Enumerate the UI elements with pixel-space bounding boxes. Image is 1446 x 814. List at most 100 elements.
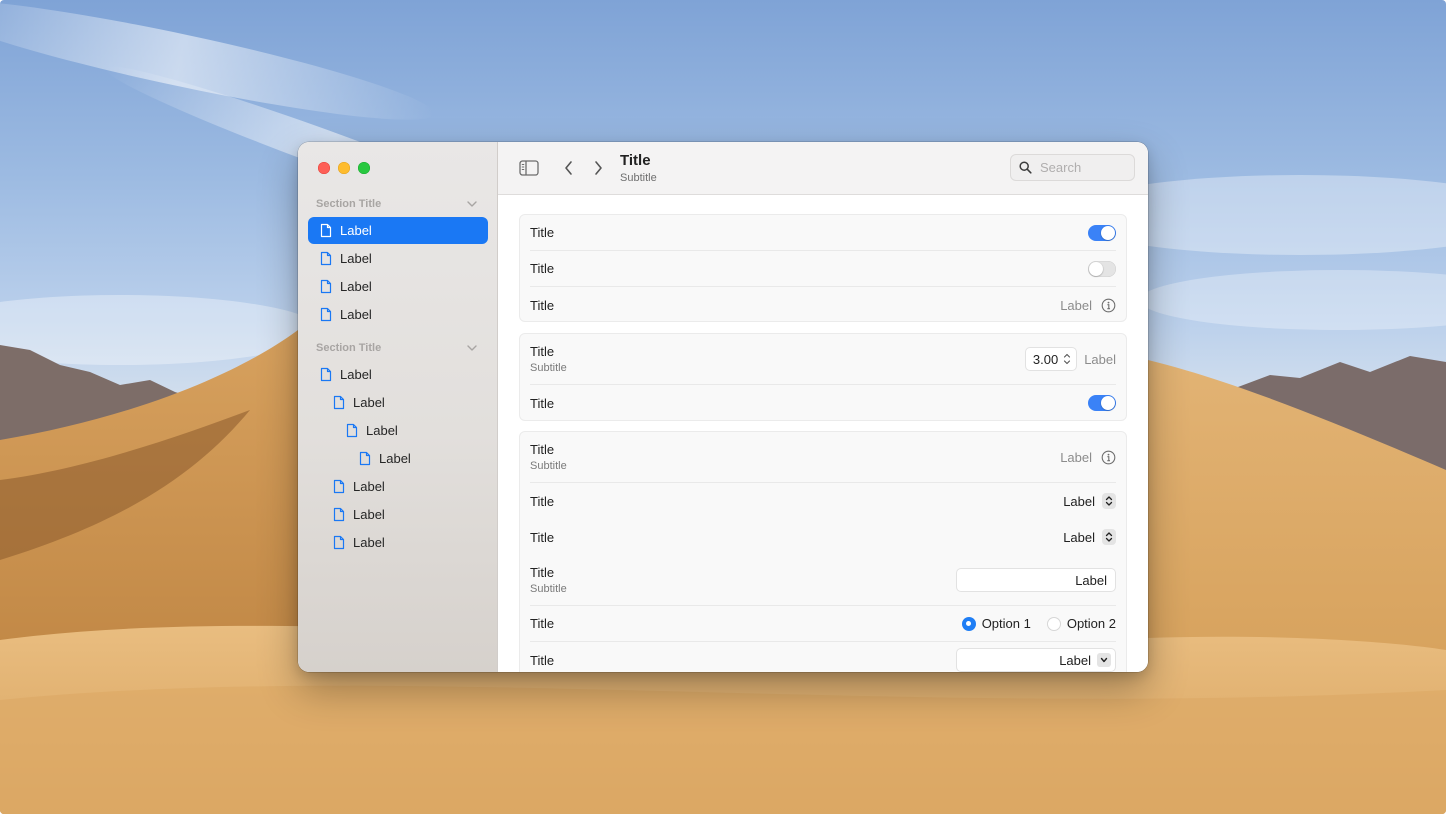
info-icon[interactable] xyxy=(1101,298,1116,313)
sidebar: Section Title Label Label Label Label Se… xyxy=(298,142,498,672)
page-subtitle: Subtitle xyxy=(620,172,657,184)
text-field[interactable]: Label xyxy=(956,568,1116,592)
chevron-right-icon[interactable] xyxy=(592,160,604,176)
sidebar-item-label: Label xyxy=(340,251,372,266)
search-field[interactable] xyxy=(1010,154,1135,181)
stepper-arrows-icon[interactable] xyxy=(1061,350,1073,368)
up-down-chevron-icon xyxy=(1102,493,1116,509)
number-stepper[interactable]: 3.00 xyxy=(1024,347,1078,371)
doc-icon xyxy=(333,479,345,494)
search-input[interactable] xyxy=(1040,160,1120,175)
doc-icon xyxy=(359,451,371,466)
doc-icon xyxy=(320,307,332,322)
sidebar-item-label: Label xyxy=(353,395,385,410)
doc-icon xyxy=(333,395,345,410)
doc-icon xyxy=(320,251,332,266)
popup-button[interactable]: Label xyxy=(1063,493,1116,509)
row-title: Title xyxy=(530,616,555,631)
row-title: Title xyxy=(530,652,555,668)
radio-label: Option 1 xyxy=(981,616,1031,631)
sidebar-item[interactable]: Label xyxy=(308,301,488,328)
sidebar-item-label: Label xyxy=(379,451,411,466)
popup-value: Label xyxy=(1063,493,1095,509)
radio-unselected-icon xyxy=(1046,616,1061,631)
sidebar-item-label: Label xyxy=(353,535,385,550)
sidebar-item[interactable]: Label xyxy=(308,389,488,416)
sidebar-section-title: Section Title xyxy=(316,198,382,210)
row-value-label: Label xyxy=(1060,297,1092,313)
doc-icon xyxy=(333,535,345,550)
minimize-window-button[interactable] xyxy=(338,162,350,174)
sidebar-item[interactable]: Label xyxy=(308,245,488,272)
row-title: Title xyxy=(530,297,555,313)
doc-icon xyxy=(320,279,332,294)
sidebar-item-label: Label xyxy=(353,479,385,494)
sidebar-section-title: Section Title xyxy=(316,342,382,354)
search-icon xyxy=(1019,161,1032,174)
row-subtitle: Subtitle xyxy=(530,460,567,472)
row-title: Title xyxy=(530,442,555,457)
text-field-value: Label xyxy=(1075,572,1107,588)
radio-option-2[interactable]: Option 2 xyxy=(1046,616,1116,631)
combo-value: Label xyxy=(1059,652,1091,668)
radio-label: Option 2 xyxy=(1066,616,1116,631)
sidebar-item[interactable]: Label xyxy=(308,473,488,500)
page-title: Title xyxy=(620,152,651,169)
settings-row: Title Option 1 Option 2 xyxy=(530,606,1116,642)
close-window-button[interactable] xyxy=(318,162,330,174)
toggle-switch[interactable] xyxy=(1088,395,1116,411)
popup-value: Label xyxy=(1063,529,1095,545)
sidebar-item[interactable]: Label xyxy=(308,417,488,444)
settings-content: Title Title Title Label Title Subtitle 3… xyxy=(498,195,1148,672)
row-title: Title xyxy=(530,529,555,545)
toggle-switch[interactable] xyxy=(1088,224,1116,241)
sidebar-item[interactable]: Label xyxy=(308,273,488,300)
popup-button[interactable]: Label xyxy=(1063,529,1116,545)
chevron-left-icon[interactable] xyxy=(563,160,575,176)
chevron-down-icon[interactable] xyxy=(466,342,478,354)
settings-row: Title xyxy=(530,385,1116,421)
row-subtitle: Subtitle xyxy=(530,362,567,374)
settings-group: Title Title Title Label xyxy=(519,214,1127,322)
sidebar-item[interactable]: Label xyxy=(308,501,488,528)
row-title: Title xyxy=(530,261,555,276)
sidebar-section-header[interactable]: Section Title xyxy=(316,340,478,356)
doc-icon xyxy=(333,507,345,522)
row-title: Title xyxy=(530,395,555,411)
chevron-down-icon[interactable] xyxy=(1097,653,1111,667)
sidebar-item-label: Label xyxy=(353,507,385,522)
doc-icon xyxy=(320,367,332,382)
settings-group: Title Subtitle 3.00 Label Title xyxy=(519,333,1127,421)
row-value-label: Label xyxy=(1060,449,1092,465)
up-down-chevron-icon xyxy=(1102,529,1116,545)
sidebar-item[interactable]: Label xyxy=(308,445,488,472)
sidebar-item[interactable]: Label xyxy=(308,529,488,556)
sidebar-item-label: Label xyxy=(340,367,372,382)
sidebar-item-label: Label xyxy=(366,423,398,438)
radio-selected-icon xyxy=(961,616,976,631)
sidebar-item[interactable]: Label xyxy=(308,217,488,244)
settings-row: Title xyxy=(530,215,1116,251)
sidebar-section-header[interactable]: Section Title xyxy=(316,196,478,212)
settings-row: Title Label xyxy=(530,483,1116,519)
chevron-down-icon[interactable] xyxy=(466,198,478,210)
row-title: Title xyxy=(530,344,555,359)
doc-icon xyxy=(320,223,332,238)
sidebar-item[interactable]: Label xyxy=(308,361,488,388)
toggle-switch[interactable] xyxy=(1088,260,1116,277)
settings-group: Title Subtitle Label Title Label Title L… xyxy=(519,431,1127,672)
sidebar-item-label: Label xyxy=(340,279,372,294)
info-icon[interactable] xyxy=(1101,450,1116,465)
app-window: Section Title Label Label Label Label Se… xyxy=(298,142,1148,672)
settings-row: Title Subtitle 3.00 Label xyxy=(530,334,1116,385)
combo-box[interactable]: Label xyxy=(956,648,1116,672)
row-title: Title xyxy=(530,565,555,580)
sidebar-toggle-icon[interactable] xyxy=(519,160,539,176)
doc-icon xyxy=(346,423,358,438)
zoom-window-button[interactable] xyxy=(358,162,370,174)
stepper-value: 3.00 xyxy=(1032,351,1059,367)
sidebar-item-label: Label xyxy=(340,223,372,238)
settings-row: Title Subtitle Label xyxy=(530,432,1116,483)
row-title: Title xyxy=(530,225,555,240)
radio-option-1[interactable]: Option 1 xyxy=(961,616,1031,631)
